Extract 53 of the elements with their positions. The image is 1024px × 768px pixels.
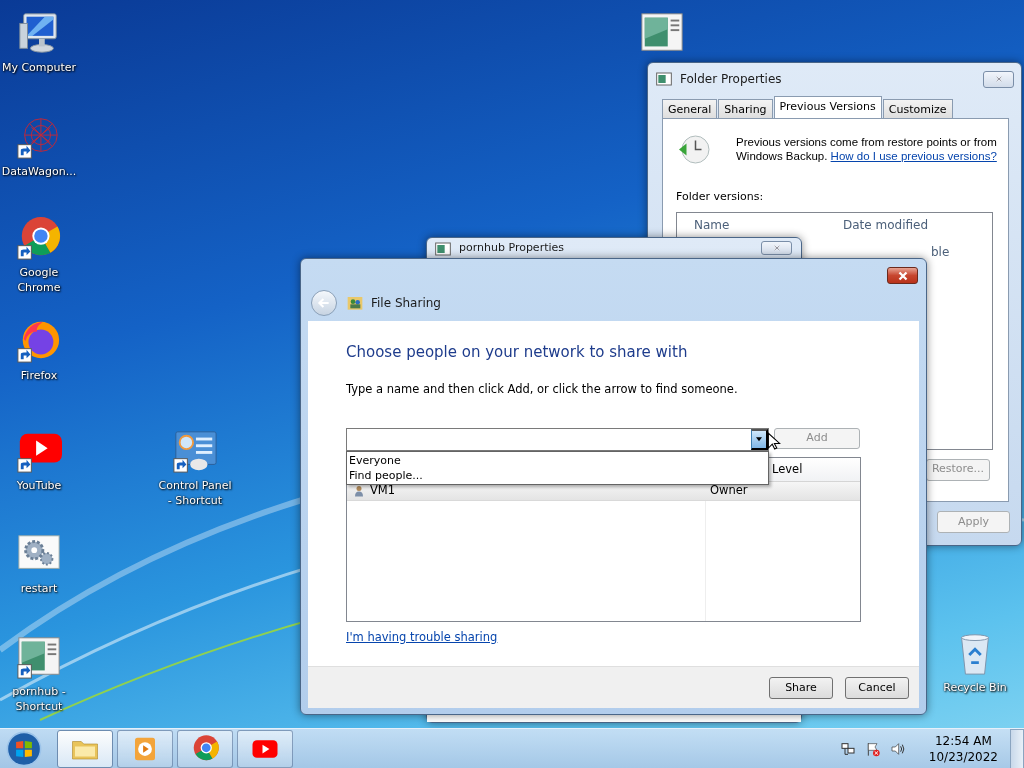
window-icon bbox=[435, 241, 451, 257]
taskbar-button[interactable] bbox=[117, 729, 173, 768]
clock-date: 10/23/2022 bbox=[928, 748, 998, 765]
clock[interactable]: 12:54 AM 10/23/2022 bbox=[928, 732, 998, 765]
dialog-button[interactable]: Share bbox=[769, 677, 833, 699]
column-header[interactable]: Level bbox=[772, 460, 803, 478]
cursor-icon bbox=[767, 430, 781, 451]
dialog-button[interactable]: Cancel bbox=[845, 677, 909, 699]
icon-label[interactable]: My Computer bbox=[0, 60, 79, 75]
back-arrow-icon bbox=[317, 296, 331, 310]
tab[interactable]: Previous Versions bbox=[773, 96, 882, 118]
tab[interactable]: General bbox=[662, 99, 718, 118]
section-label: Folder versions: bbox=[676, 189, 765, 205]
name-combo-box[interactable] bbox=[346, 427, 769, 451]
column-header[interactable]: Name bbox=[677, 215, 843, 234]
close-button[interactable] bbox=[887, 267, 918, 284]
start-button[interactable] bbox=[5, 729, 43, 768]
icon-label[interactable]: Google Chrome bbox=[0, 265, 79, 295]
window-title: pornhub Properties bbox=[459, 241, 566, 254]
taskbar-button[interactable] bbox=[237, 729, 293, 768]
caret-icon bbox=[755, 435, 763, 444]
description-text: Previous versions come from restore points or from Windows Backup. How do I use previous versions? bbox=[736, 135, 998, 164]
taskbar-button[interactable] bbox=[177, 729, 233, 768]
icon-label[interactable]: restart bbox=[0, 581, 79, 596]
dropdown-option[interactable]: Everyone bbox=[349, 452, 766, 468]
icon-label[interactable]: DataWagon... bbox=[0, 164, 79, 179]
dropdown-option[interactable]: Find people... bbox=[349, 467, 766, 483]
speaker-icon[interactable] bbox=[889, 740, 906, 757]
table-cell: Owner bbox=[710, 482, 748, 500]
network-icon[interactable] bbox=[839, 740, 856, 757]
dialog-heading: Choose people on your network to share with bbox=[346, 342, 689, 363]
column-header[interactable]: Date modified bbox=[843, 215, 929, 234]
taskbar-button[interactable] bbox=[57, 729, 113, 768]
list-text: ble bbox=[931, 243, 951, 261]
chrome-icon[interactable] bbox=[16, 215, 62, 261]
table-cell: VM1 bbox=[370, 482, 396, 500]
help-link[interactable]: How do I use previous versions? bbox=[830, 150, 997, 162]
clock-time: 12:54 AM bbox=[933, 732, 993, 749]
dropdown-button[interactable] bbox=[751, 428, 768, 450]
control-panel-icon[interactable] bbox=[172, 428, 218, 474]
window-thumbnail-icon[interactable] bbox=[16, 634, 62, 680]
window-title: Folder Properties bbox=[680, 71, 783, 88]
trouble-link[interactable]: I'm having trouble sharing bbox=[346, 628, 498, 646]
tab[interactable]: Sharing bbox=[718, 99, 773, 118]
icon-label[interactable]: Control Panel - Shortcut bbox=[155, 478, 235, 508]
window-title: File Sharing bbox=[371, 295, 441, 312]
user-icon bbox=[353, 484, 365, 497]
tab[interactable]: Customize bbox=[882, 99, 953, 118]
icon-label[interactable]: YouTube bbox=[0, 478, 79, 493]
icon-label[interactable]: Firefox bbox=[0, 368, 79, 383]
window-icon bbox=[656, 71, 672, 87]
instruction-text: Type a name and then click Add, or click the arrow to find someone. bbox=[346, 380, 739, 398]
people-icon bbox=[347, 295, 363, 311]
